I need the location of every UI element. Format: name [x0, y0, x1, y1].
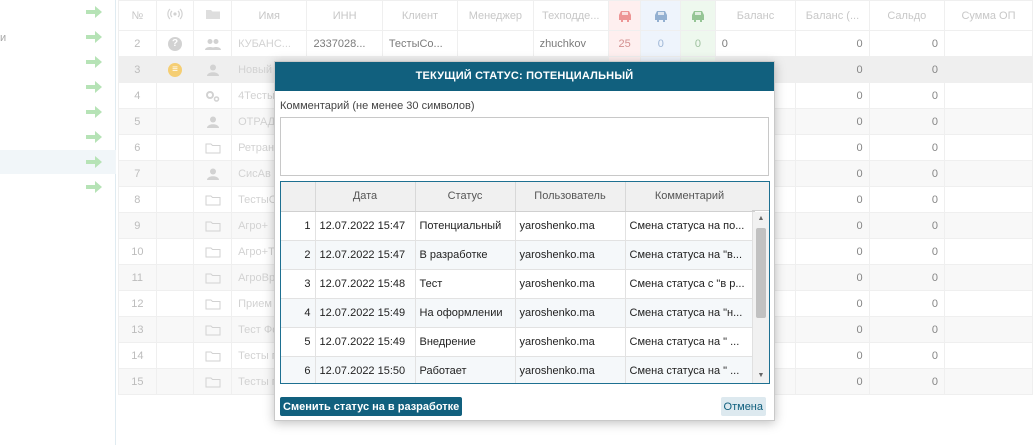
history-row[interactable]: 3 12.07.2022 15:48 Тест yaroshenko.ma Смена … [281, 269, 755, 299]
history-cell-comment: Смена статуса на по... [625, 211, 755, 241]
change-status-button[interactable]: Сменить статус на в разработке [280, 397, 463, 416]
history-cell-comment: Смена статуса на "н... [625, 298, 755, 328]
history-row[interactable]: 4 12.07.2022 15:49 На оформлении yaroshenko… [281, 298, 755, 328]
history-cell-status: Потенциальный [415, 211, 516, 241]
history-cell-status: Работает [415, 356, 516, 383]
history-cell-status: В разработке [415, 240, 516, 270]
history-row[interactable]: 6 12.07.2022 15:50 Работает yaroshenko.ma См… [281, 356, 755, 383]
history-row[interactable]: 2 12.07.2022 15:47 В разработке yaroshenko.… [281, 240, 755, 270]
scroll-up-icon[interactable]: ▲ [753, 212, 769, 226]
history-header-2[interactable]: Статус [415, 182, 516, 212]
status-history-table: Дата Статус Пользователь Комментарий 1 12.07… [280, 181, 770, 384]
status-dialog: ТЕКУЩИЙ СТАТУС: ПОТЕНЦИАЛЬНЫЙ Комментари… [274, 61, 775, 421]
dialog-title: ТЕКУЩИЙ СТАТУС: ПОТЕНЦИАЛЬНЫЙ [275, 62, 774, 91]
history-cell-user: yaroshenko.ma [515, 211, 626, 241]
cancel-button[interactable]: Отмена [720, 397, 766, 416]
scroll-down-icon[interactable]: ▼ [753, 369, 769, 383]
history-row[interactable]: 1 12.07.2022 15:47 Потенциальный yaroshenko… [281, 211, 755, 241]
history-cell-user: yaroshenko.ma [515, 327, 626, 357]
history-header-0[interactable] [281, 182, 316, 212]
history-cell-comment: Смена статуса на " ... [625, 356, 755, 383]
history-cell-n: 5 [281, 327, 316, 357]
history-cell-status: Тест [415, 269, 516, 299]
history-cell-n: 6 [281, 356, 316, 383]
history-scrollbar[interactable]: ▲ ▼ [752, 212, 769, 383]
history-cell-date: 12.07.2022 15:47 [315, 211, 416, 241]
history-cell-comment: Смена статуса с "в р... [625, 269, 755, 299]
history-cell-date: 12.07.2022 15:47 [315, 240, 416, 270]
history-cell-comment: Смена статуса на "в... [625, 240, 755, 270]
history-cell-n: 2 [281, 240, 316, 270]
history-cell-date: 12.07.2022 15:49 [315, 298, 416, 328]
history-cell-user: yaroshenko.ma [515, 240, 626, 270]
history-cell-n: 4 [281, 298, 316, 328]
comment-input[interactable] [280, 117, 769, 176]
history-cell-user: yaroshenko.ma [515, 356, 626, 383]
history-header-1[interactable]: Дата [315, 182, 416, 212]
history-header-4[interactable]: Комментарий [625, 182, 755, 212]
history-cell-user: yaroshenko.ma [515, 269, 626, 299]
history-header-3[interactable]: Пользователь [515, 182, 626, 212]
comment-label: Комментарий (не менее 30 символов) [280, 100, 475, 112]
history-cell-status: Внедрение [415, 327, 516, 357]
history-cell-user: yaroshenko.ma [515, 298, 626, 328]
scroll-thumb[interactable] [756, 228, 766, 318]
history-cell-comment: Смена статуса на " ... [625, 327, 755, 357]
history-cell-n: 3 [281, 269, 316, 299]
history-cell-date: 12.07.2022 15:48 [315, 269, 416, 299]
history-cell-date: 12.07.2022 15:49 [315, 327, 416, 357]
history-row[interactable]: 5 12.07.2022 15:49 Внедрение yaroshenko.ma С… [281, 327, 755, 357]
history-cell-status: На оформлении [415, 298, 516, 328]
history-cell-date: 12.07.2022 15:50 [315, 356, 416, 383]
history-cell-n: 1 [281, 211, 316, 241]
